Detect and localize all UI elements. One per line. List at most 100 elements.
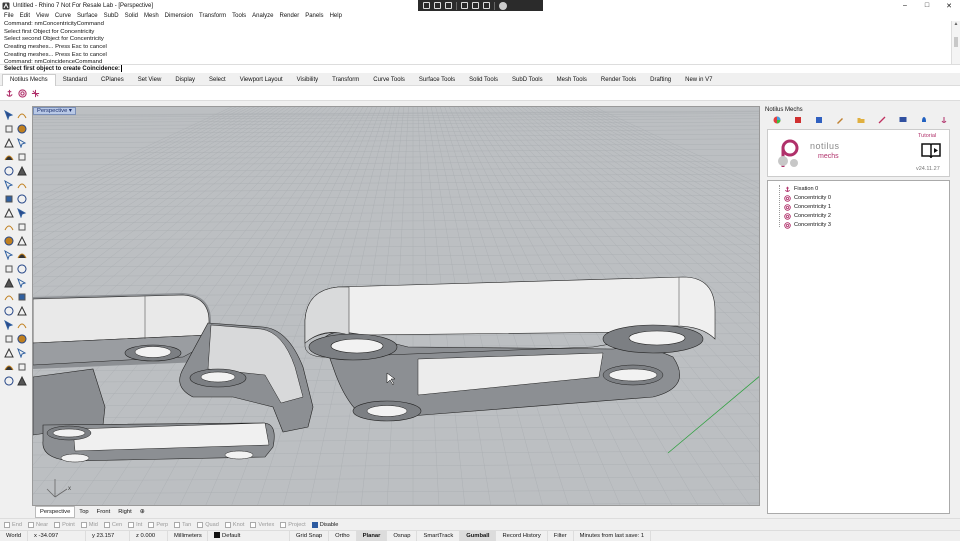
tool-2-icon[interactable] (16, 109, 28, 121)
capture-window-icon[interactable] (434, 2, 441, 9)
tool-31-icon[interactable] (3, 319, 15, 331)
tool-32-icon[interactable] (16, 319, 28, 331)
capture-stop-icon[interactable] (499, 1, 507, 10)
coincidence-tool-icon[interactable] (30, 88, 40, 98)
toggle-ortho[interactable]: Ortho (329, 530, 357, 541)
minimize-button[interactable]: – (894, 0, 916, 11)
osnap-checkbox[interactable] (280, 521, 287, 528)
command-prompt[interactable]: Select first object to create Coincidenc… (0, 64, 960, 73)
tool-15-icon[interactable] (3, 207, 15, 219)
capture-region-icon[interactable] (423, 2, 430, 9)
perspective-viewport[interactable]: x (32, 106, 760, 506)
fixation-tool-icon[interactable] (4, 88, 14, 98)
tool-5-icon[interactable] (3, 137, 15, 149)
tab-subd-tools[interactable]: SubD Tools (505, 77, 550, 83)
osnap-checkbox[interactable] (128, 521, 135, 528)
tab-cplanes[interactable]: CPlanes (94, 77, 131, 83)
tab-drafting[interactable]: Drafting (643, 77, 678, 83)
color-wheel-icon[interactable] (773, 116, 782, 125)
tool-25-icon[interactable] (3, 277, 15, 289)
notilus-tab-icon[interactable] (940, 116, 949, 125)
tab-solid-tools[interactable]: Solid Tools (462, 77, 505, 83)
tool-19-icon[interactable] (3, 235, 15, 247)
tool-28-icon[interactable] (16, 291, 28, 303)
tool-38-icon[interactable] (16, 361, 28, 373)
tree-node-concentricity-2[interactable]: Concentricity 2 (784, 212, 831, 220)
menu-curve[interactable]: Curve (55, 13, 71, 19)
tab-mesh-tools[interactable]: Mesh Tools (550, 77, 594, 83)
layer-indicator[interactable]: Default (208, 530, 291, 541)
menu-solid[interactable]: Solid (125, 13, 138, 19)
osnap-int[interactable]: Int (128, 521, 142, 528)
scroll-thumb[interactable] (954, 37, 958, 47)
tool-16-icon[interactable] (16, 207, 28, 219)
tool-27-icon[interactable] (3, 291, 15, 303)
menu-file[interactable]: File (4, 13, 14, 19)
tool-40-icon[interactable] (16, 375, 28, 387)
osnap-checkbox[interactable] (224, 521, 231, 528)
tool-34-icon[interactable] (16, 333, 28, 345)
osnap-checkbox[interactable] (148, 521, 155, 528)
tool-17-icon[interactable] (3, 221, 15, 233)
osnap-checkbox[interactable] (250, 521, 257, 528)
properties-icon[interactable] (815, 116, 824, 125)
tool-26-icon[interactable] (16, 277, 28, 289)
tool-13-icon[interactable] (3, 193, 15, 205)
tool-8-icon[interactable] (16, 151, 28, 163)
viewport-tab-front[interactable]: Front (93, 507, 115, 517)
tool-14-icon[interactable] (16, 193, 28, 205)
tool-20-icon[interactable] (16, 235, 28, 247)
tool-6-icon[interactable] (16, 137, 28, 149)
tab-transform[interactable]: Transform (325, 77, 366, 83)
capture-fullscreen-icon[interactable] (445, 2, 452, 9)
osnap-near[interactable]: Near (27, 521, 48, 528)
tool-24-icon[interactable] (16, 263, 28, 275)
viewport-tab-perspective[interactable]: Perspective (35, 506, 76, 518)
menu-analyze[interactable]: Analyze (252, 13, 273, 19)
tab-surface-tools[interactable]: Surface Tools (412, 77, 462, 83)
osnap-perp[interactable]: Perp (148, 521, 168, 528)
osnap-vertex[interactable]: Vertex (250, 521, 274, 528)
menu-help[interactable]: Help (330, 13, 342, 19)
scroll-up-icon[interactable]: ▲ (952, 21, 960, 27)
osnap-checkbox[interactable] (197, 521, 204, 528)
viewport-tab-right[interactable]: Right (114, 507, 136, 517)
tree-node-fixation-0[interactable]: Fixation 0 (784, 185, 818, 193)
toggle-planar[interactable]: Planar (356, 530, 388, 541)
layers-icon[interactable] (794, 116, 803, 125)
tree-node-concentricity-0[interactable]: Concentricity 0 (784, 194, 831, 202)
toggle-smarttrack[interactable]: SmartTrack (417, 530, 461, 541)
osnap-mid[interactable]: Mid (80, 521, 98, 528)
tab-notilus-mechs[interactable]: Notilus Mechs (2, 73, 56, 86)
menu-view[interactable]: View (36, 13, 49, 19)
osnap-checkbox[interactable] (54, 521, 61, 528)
units-label[interactable]: Millimeters (168, 530, 209, 541)
osnap-point[interactable]: Point (54, 521, 75, 528)
cplane-label[interactable]: World (0, 530, 29, 541)
menu-panels[interactable]: Panels (305, 13, 323, 19)
tool-36-icon[interactable] (16, 347, 28, 359)
tool-23-icon[interactable] (3, 263, 15, 275)
capture-mic-icon[interactable] (472, 2, 479, 9)
bell-icon[interactable] (919, 116, 928, 125)
tool-10-icon[interactable] (16, 165, 28, 177)
osnap-checkbox[interactable] (4, 521, 10, 528)
tool-7-icon[interactable] (3, 151, 15, 163)
toggle-gumball[interactable]: Gumball (460, 530, 497, 541)
viewport-title-tab[interactable]: Perspective ▾ (33, 107, 76, 115)
tool-39-icon[interactable] (3, 375, 15, 387)
osnap-quad[interactable]: Quad (197, 521, 219, 528)
add-viewport-tab-button[interactable]: ⊕ (136, 507, 149, 517)
osnap-checkbox[interactable] (27, 521, 34, 528)
osnap-project[interactable]: Project (280, 521, 306, 528)
osnap-knot[interactable]: Knot (224, 521, 244, 528)
menu-tools[interactable]: Tools (232, 13, 246, 19)
osnap-end[interactable]: End (4, 521, 22, 528)
menu-edit[interactable]: Edit (20, 13, 30, 19)
osnap-checkbox[interactable] (174, 521, 181, 528)
folder-icon[interactable] (856, 116, 865, 125)
toggle-filter[interactable]: Filter (548, 530, 574, 541)
concentricity-tool-icon[interactable] (17, 88, 27, 98)
pencil-icon[interactable] (836, 116, 845, 125)
tree-node-concentricity-3[interactable]: Concentricity 3 (784, 221, 831, 229)
